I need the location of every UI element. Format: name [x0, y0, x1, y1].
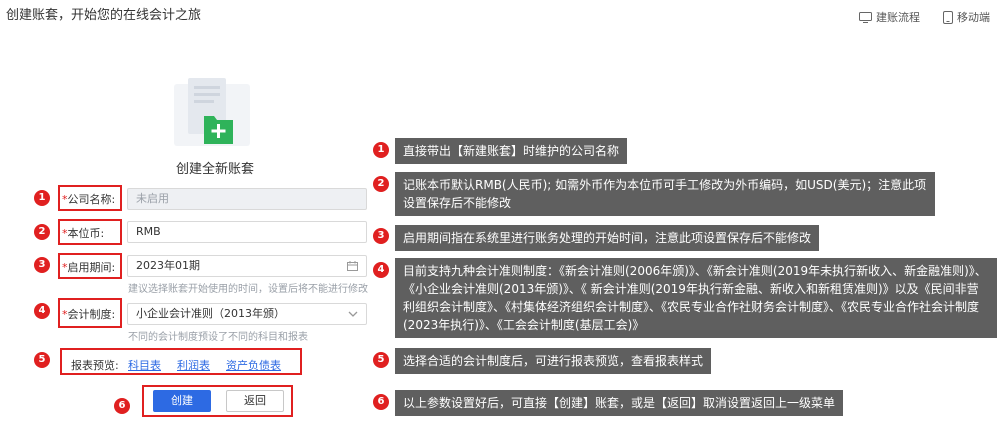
process-link[interactable]: 建账流程 — [859, 9, 920, 25]
system-label: *会计制度: — [62, 308, 116, 321]
note-badge-2: 2 — [373, 176, 389, 192]
note-5: 选择合适的会计制度后，可进行报表预览，查看报表样式 — [395, 348, 712, 374]
preview-link-balance[interactable]: 资产负债表 — [226, 357, 281, 373]
mobile-icon — [943, 10, 953, 24]
note-4: 目前支持九种会计准则制度：《新会计准则(2006年颁)》、《新会计准则(2019… — [395, 258, 997, 338]
note-1: 直接带出【新建账套】时维护的公司名称 — [395, 138, 628, 164]
badge-5: 5 — [34, 352, 50, 368]
period-label: *启用期间: — [62, 261, 116, 274]
note-badge-6: 6 — [373, 394, 389, 410]
new-ledger-illustration — [174, 78, 250, 146]
tv-icon — [859, 11, 872, 23]
badge-3: 3 — [34, 257, 50, 273]
company-label: *公司名称: — [62, 193, 116, 206]
calendar-icon — [347, 261, 358, 271]
badge-2: 2 — [34, 224, 50, 240]
chevron-down-icon — [348, 311, 358, 317]
create-button[interactable]: 创建 — [153, 390, 211, 412]
process-link-label: 建账流程 — [876, 11, 920, 24]
preview-link-accounts[interactable]: 科目表 — [128, 357, 161, 373]
note-badge-5: 5 — [373, 352, 389, 368]
company-input[interactable]: 未启用 — [127, 188, 367, 210]
top-bar: 创建账套，开始您的在线会计之旅 建账流程 移动端 — [0, 0, 1000, 30]
back-button[interactable]: 返回 — [226, 390, 284, 412]
form-title: 创建全新账套 — [176, 162, 255, 177]
badge-1: 1 — [34, 190, 50, 206]
system-value: 小企业会计准则（2013年颁） — [136, 307, 285, 320]
note-badge-4: 4 — [373, 262, 389, 278]
currency-label: *本位币: — [62, 227, 105, 240]
preview-link-income[interactable]: 利润表 — [177, 357, 210, 373]
note-3: 启用期间指在系统里进行账务处理的开始时间，注意此项设置保存后不能修改 — [395, 225, 820, 251]
mobile-link[interactable]: 移动端 — [943, 9, 990, 25]
preview-label: 报表预览: — [71, 359, 119, 372]
period-hint: 建议选择账套开始使用的时间，设置后将不能进行修改 — [128, 284, 368, 295]
period-value: 2023年01期 — [136, 259, 200, 272]
note-badge-3: 3 — [373, 228, 389, 244]
currency-input[interactable]: RMB — [127, 221, 367, 243]
note-badge-1: 1 — [373, 142, 389, 158]
page-title: 创建账套，开始您的在线会计之旅 — [6, 8, 202, 23]
system-hint: 不同的会计制度预设了不同的科目和报表 — [128, 332, 308, 343]
system-select[interactable]: 小企业会计准则（2013年颁） — [127, 303, 367, 325]
note-2: 记账本币默认RMB(人民币); 如需外币作为本位币可手工修改为外币编码，如USD… — [395, 172, 935, 216]
mobile-link-label: 移动端 — [957, 11, 990, 24]
badge-4: 4 — [34, 303, 50, 319]
period-picker[interactable]: 2023年01期 — [127, 255, 367, 277]
note-6: 以上参数设置好后，可直接【创建】账套，或是【返回】取消设置返回上一级菜单 — [395, 390, 844, 416]
badge-6: 6 — [114, 398, 130, 414]
